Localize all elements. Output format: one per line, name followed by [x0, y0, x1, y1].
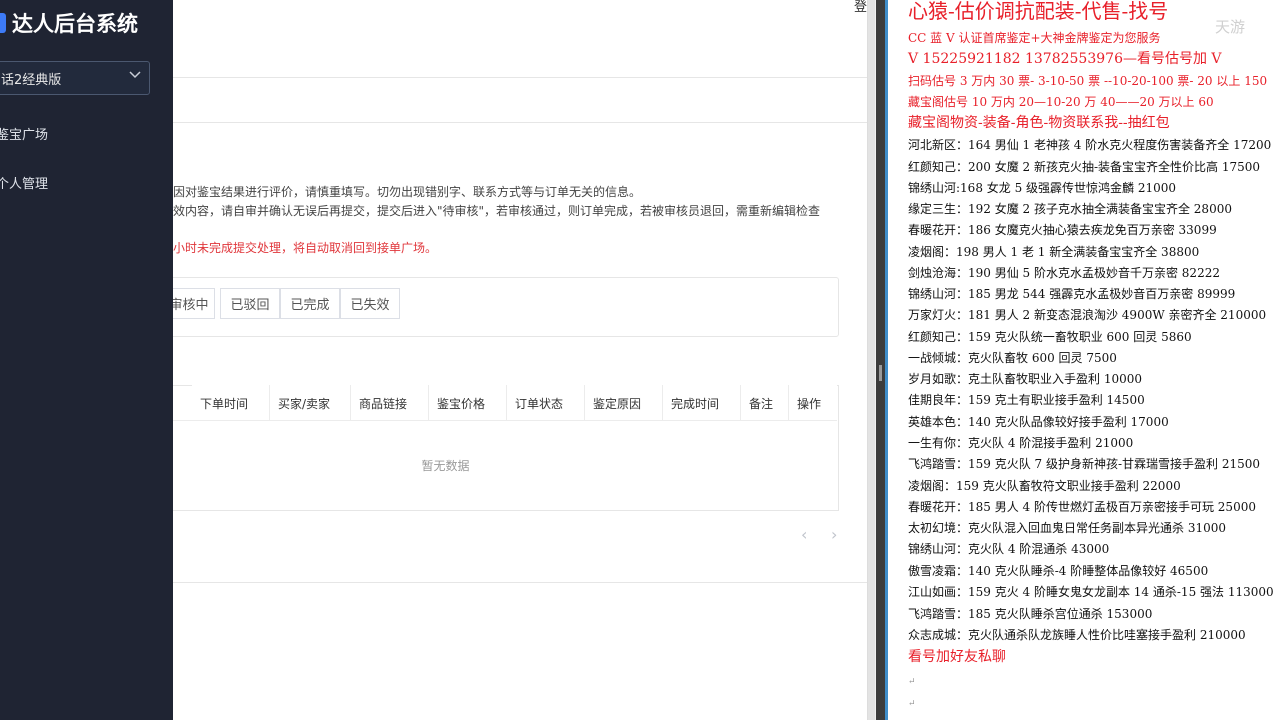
- pagination-prev[interactable]: ‹: [801, 525, 807, 544]
- tab-label: 审核中: [173, 298, 209, 313]
- column-header: 商品链接: [351, 385, 429, 421]
- sidebar-item-appraisal-square[interactable]: 鉴宝广场: [0, 124, 48, 143]
- splitter-grip-icon: [879, 365, 882, 381]
- game-select[interactable]: 话2经典版: [0, 61, 150, 95]
- column-header: 完成时间: [663, 385, 741, 421]
- note-line: 春暖花开：186 女魔克火抽心猿去疾龙免百万亲密 33099: [908, 223, 1217, 237]
- scrollbar-thumb[interactable]: [868, 0, 875, 720]
- sidebar: 达人后台系统 话2经典版 鉴宝广场 个人管理: [0, 0, 173, 720]
- paragraph-mark-icon: ↵: [908, 699, 916, 709]
- divider: [173, 122, 867, 123]
- note-line: 藏宝阁物资-装备-角色-物资联系我--抽红包: [908, 115, 1170, 131]
- divider: [173, 420, 837, 421]
- column-header: 备注: [741, 385, 789, 421]
- note-line: 傲雪凌霜：140 克火队睡杀-4 阶睡整体品像较好 46500: [908, 564, 1209, 578]
- note-line: 一战倾城：克火队畜牧 600 回灵 7500: [908, 351, 1117, 365]
- note-line: 扫码估号 3 万内 30 票- 3-10-50 票 --10-20-100 票-…: [908, 74, 1268, 88]
- column-header: 操作: [789, 385, 837, 421]
- note-line: 锦绣山河：185 男龙 544 强霹克水孟极妙音百万亲密 89999: [908, 287, 1236, 301]
- note-line: 看号加好友私聊: [908, 649, 1006, 665]
- notice-text: 效内容，请自审并确认无误后再提交，提交后进入"待审核"，若审核通过，则订单完成，…: [173, 204, 821, 218]
- note-line: 凌烟阁：198 男人 1 老 1 新全满装备宝宝齐全 38800: [908, 245, 1200, 259]
- chevron-down-icon: [129, 68, 141, 86]
- note-line: 佳期良年：159 克土有职业接手盈利 14500: [908, 393, 1145, 407]
- note-line: 飞鸿踏雪：185 克火队睡杀宫位通杀 153000: [908, 607, 1153, 621]
- tab-label: 已完成: [290, 298, 330, 313]
- notice-warning: 小时未完成提交处理，将自动取消回到接单广场。: [173, 241, 438, 255]
- paragraph-mark-icon: ↵: [908, 677, 916, 687]
- main-content: 登 因对鉴宝结果进行评价，请慎重填写。切勿出现错别字、联系方式等与订单无关的信息…: [173, 0, 867, 720]
- note-line: 锦绣山河:168 女龙 5 级强霹传世惊鸿金麟 21000: [908, 181, 1177, 195]
- empty-state: 暂无数据: [421, 459, 470, 473]
- pagination-next[interactable]: ›: [831, 525, 837, 544]
- sidebar-item-label: 个人管理: [0, 177, 49, 192]
- tab-label: 已驳回: [230, 298, 270, 313]
- tab-label: 已失效: [350, 298, 390, 313]
- note-line: 一生有你：克火队 4 阶混接手盈利 21000: [908, 436, 1134, 450]
- note-line: 红颜知己：159 克火队统一畜牧职业 600 回灵 5860: [908, 330, 1192, 344]
- note-line: 缘定三生：192 女魔 2 孩子克水抽全满装备宝宝齐全 28000: [908, 202, 1232, 216]
- tab-completed[interactable]: 已完成: [280, 288, 340, 319]
- note-line: 飞鸿踏雪：159 克火队 7 级护身新神孩-甘霖瑞雪接手盈利 21500: [908, 457, 1261, 471]
- note-line: 英雄本色：140 克火队品像较好接手盈利 17000: [908, 415, 1169, 429]
- tab-expired[interactable]: 已失效: [340, 288, 400, 319]
- game-select-value: 话2经典版: [1, 72, 62, 88]
- brand: 达人后台系统: [0, 8, 138, 38]
- sidebar-item-label: 鉴宝广场: [0, 128, 49, 143]
- document-margin: [885, 0, 888, 720]
- note-line: 众志成城：克火队通杀队龙族睡人性价比哇塞接手盈利 210000: [908, 628, 1246, 642]
- divider: [173, 582, 867, 583]
- note-line: 藏宝阁估号 10 万内 20—10-20 万 40——20 万以上 60: [908, 95, 1214, 109]
- note-line: V 15225921182 13782553976—看号估号加 V: [908, 51, 1222, 67]
- note-line: 剑烛沧海：190 男仙 5 阶水克水孟极妙音千万亲密 82222: [908, 266, 1220, 280]
- note-line: 锦绣山河：克火队 4 阶混通杀 43000: [908, 542, 1110, 556]
- window-splitter[interactable]: [876, 0, 885, 720]
- note-line: CC 蓝 V 认证首席鉴定+大神金牌鉴定为您服务: [908, 31, 1161, 45]
- column-header: 鉴宝价格: [429, 385, 507, 421]
- tab-reviewing[interactable]: 审核中: [173, 288, 215, 319]
- notice-text: 因对鉴宝结果进行评价，请慎重填写。切勿出现错别字、联系方式等与订单无关的信息。: [173, 185, 642, 199]
- divider: [173, 77, 867, 78]
- note-line: 春暖花开：185 男人 4 阶传世燃灯孟极百万亲密接手可玩 25000: [908, 500, 1256, 514]
- note-line: 红颜知己：200 女魔 2 新孩克火抽-装备宝宝齐全性价比高 17500: [908, 160, 1261, 174]
- note-line: 万家灯火：181 男人 2 新变态混浪淘沙 4900W 亲密齐全 210000: [908, 308, 1267, 322]
- login-link[interactable]: 登: [854, 0, 867, 15]
- notes-document: 心猿-估价调抗配装-代售-找号 CC 蓝 V 认证首席鉴定+大神金牌鉴定为您服务…: [885, 0, 1280, 720]
- note-line: 岁月如歌：克土队畜牧职业入手盈利 10000: [908, 372, 1142, 386]
- note-line: 凌烟阁：159 克火队畜牧符文职业接手盈利 22000: [908, 479, 1181, 493]
- tab-rejected[interactable]: 已驳回: [220, 288, 280, 319]
- brand-logo-icon: [0, 13, 6, 33]
- note-line: 河北新区：164 男仙 1 老神孩 4 阶水克火程度伤害装备齐全 17200: [908, 138, 1272, 152]
- column-header: 买家/卖家: [270, 385, 351, 421]
- note-line: 心猿-估价调抗配装-代售-找号: [908, 0, 1169, 23]
- note-line: 江山如画：159 克火 4 阶睡女鬼女龙副本 14 通杀-15 强法 11300…: [908, 585, 1274, 599]
- column-header: 订单状态: [507, 385, 585, 421]
- note-line: 太初幻境：克火队混入回血鬼日常任务副本异光通杀 31000: [908, 521, 1226, 535]
- brand-title: 达人后台系统: [12, 12, 138, 36]
- sidebar-item-personal[interactable]: 个人管理: [0, 173, 48, 192]
- column-header: 鉴定原因: [585, 385, 663, 421]
- watermark: 天游: [1215, 18, 1246, 36]
- column-header: 下单时间: [192, 385, 270, 421]
